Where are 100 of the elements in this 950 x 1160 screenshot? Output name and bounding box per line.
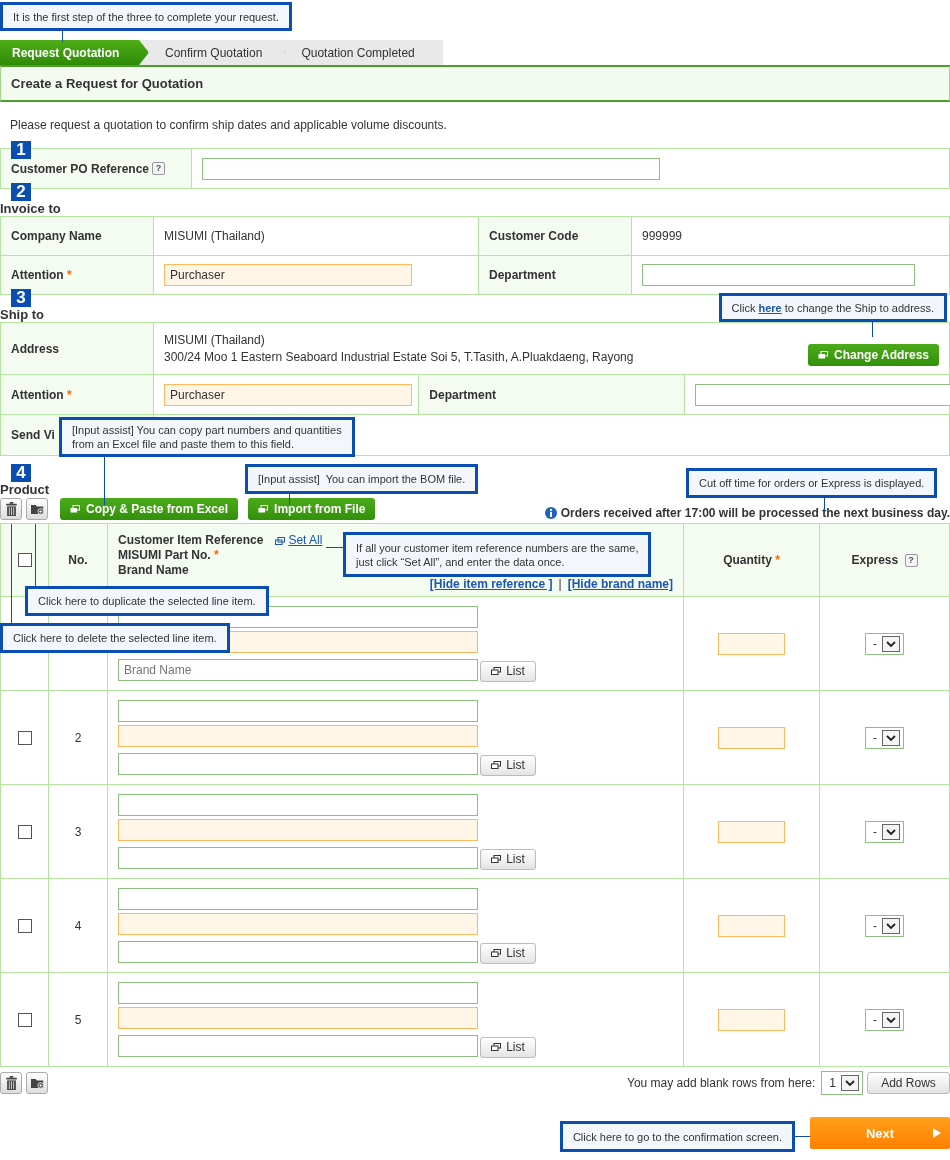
input-field[interactable]: [118, 1007, 478, 1029]
column-header: Customer Item Reference: [118, 533, 264, 548]
input-field[interactable]: [118, 753, 478, 775]
input-field[interactable]: [118, 794, 478, 816]
tooltip-text: If all your customer item reference numbers are the same, just click “Set All”, and enter the data once.: [356, 540, 639, 569]
required-mark: *: [67, 268, 72, 282]
duplicate-button[interactable]: [26, 1072, 48, 1094]
caret-icon: [882, 917, 900, 934]
input-field[interactable]: [118, 700, 478, 722]
input-field[interactable]: [118, 888, 478, 910]
express-select[interactable]: -: [865, 820, 904, 843]
notice-text: Orders received after 17:00 will be processed the next business day.: [560, 506, 950, 520]
window-icon: [491, 761, 502, 769]
quantity-field[interactable]: [718, 820, 785, 843]
field-label: Department: [478, 255, 632, 295]
input-field[interactable]: Purchaser: [164, 264, 412, 286]
hide-brand-link[interactable]: [Hide brand name]: [567, 578, 673, 591]
checkbox[interactable]: [17, 824, 32, 839]
input-field[interactable]: [118, 725, 478, 747]
row-number: 2: [74, 730, 82, 745]
tooltip-text: Click here to go to the confirmation screen.: [572, 1129, 782, 1144]
input-field[interactable]: [118, 819, 478, 841]
separator-text: |: [558, 578, 562, 591]
express-select[interactable]: -: [865, 632, 904, 655]
address-line: 300/24 Moo 1 Eastern Seaboard Industrial Estate Soi 5, T.Tasith, A.Pluakdaeng, Rayong: [164, 348, 634, 366]
quantity-field[interactable]: [718, 1008, 785, 1031]
quantity-field[interactable]: [718, 914, 785, 937]
list-button[interactable]: List: [480, 942, 536, 964]
caret-icon: [882, 635, 900, 652]
field-label: Company Name: [0, 216, 154, 256]
set-all-link[interactable]: Set All: [275, 533, 323, 548]
delete-button[interactable]: [0, 1072, 22, 1094]
section-heading: Invoice to: [0, 202, 61, 216]
section-heading: Ship to: [0, 308, 45, 322]
row-count-select[interactable]: 1: [821, 1071, 863, 1095]
play-icon: [933, 1128, 941, 1138]
duplicate-button[interactable]: [26, 498, 48, 520]
input-field[interactable]: [118, 982, 478, 1004]
checkbox[interactable]: [17, 1012, 32, 1027]
column-header: Brand Name: [118, 563, 189, 577]
express-select[interactable]: -: [865, 914, 904, 937]
window-icon: [491, 855, 502, 863]
quantity-field[interactable]: [718, 726, 785, 749]
tooltip-text: Cut off time for orders or Express is displayed.: [699, 476, 925, 490]
checkbox[interactable]: [17, 918, 32, 933]
field-label: Attention: [11, 387, 64, 402]
folder-plus-icon: [30, 1076, 44, 1090]
help-icon[interactable]: ?: [152, 162, 166, 176]
quantity-field[interactable]: [718, 632, 785, 655]
add-rows-button[interactable]: Add Rows: [867, 1072, 950, 1094]
window-icon: [70, 505, 80, 513]
caret-icon: [841, 1075, 859, 1091]
tooltip-text: Click here to delete the selected line item.: [13, 631, 217, 645]
section-number: 1: [11, 141, 31, 159]
caret-icon: [882, 1011, 900, 1028]
window-icon: [258, 505, 269, 513]
tooltip-text: [Input assist] You can import the BOM file.: [258, 472, 466, 486]
express-select[interactable]: -: [865, 726, 904, 749]
page-title: Create a Request for Quotation: [0, 65, 950, 102]
input-field[interactable]: [642, 264, 915, 286]
required-mark: *: [67, 387, 72, 402]
input-field[interactable]: Purchaser: [164, 383, 412, 406]
input-field[interactable]: [118, 941, 478, 963]
field-label: Department: [418, 374, 685, 415]
list-button[interactable]: List: [480, 1036, 536, 1058]
help-icon[interactable]: ?: [904, 554, 918, 568]
input-field[interactable]: [202, 157, 660, 180]
field-value: 999999: [631, 216, 950, 256]
input-field[interactable]: Brand Name: [118, 659, 478, 681]
add-rows-label: You may add blank rows from here:: [627, 1076, 816, 1090]
express-select[interactable]: -: [865, 1008, 904, 1031]
address-line: MISUMI (Thailand): [164, 331, 266, 349]
section-number: 3: [11, 289, 31, 307]
tooltip-text: It is the first step of the three to complete your request.: [13, 9, 279, 24]
list-button[interactable]: List: [480, 754, 536, 776]
input-field[interactable]: [694, 383, 950, 406]
column-header: Express: [851, 552, 899, 567]
delete-button[interactable]: [0, 498, 22, 520]
field-value: MISUMI (Thailand): [153, 216, 479, 256]
here-link[interactable]: here: [758, 301, 782, 314]
hide-reference-link[interactable]: [Hide item reference ]: [429, 578, 553, 591]
checkbox[interactable]: [17, 730, 32, 745]
field-label: Attention: [11, 268, 64, 282]
intro-text: Please request a quotation to confirm ship dates and applicable volume discounts.: [10, 118, 448, 132]
section-heading: Product: [0, 483, 50, 497]
section-number: 4: [11, 464, 31, 482]
list-button[interactable]: List: [480, 848, 536, 870]
trash-icon: [4, 1076, 18, 1090]
checkbox[interactable]: [17, 553, 32, 568]
required-mark: *: [214, 548, 219, 562]
input-field[interactable]: [118, 847, 478, 869]
caret-icon: [882, 729, 900, 746]
required-mark: *: [775, 553, 780, 567]
window-icon: [491, 1043, 502, 1051]
list-button[interactable]: List: [480, 660, 536, 682]
input-field[interactable]: [118, 1035, 478, 1057]
caret-icon: [882, 823, 900, 840]
window-icon: [818, 350, 829, 359]
input-field[interactable]: [118, 913, 478, 935]
row-number: 3: [74, 824, 82, 839]
